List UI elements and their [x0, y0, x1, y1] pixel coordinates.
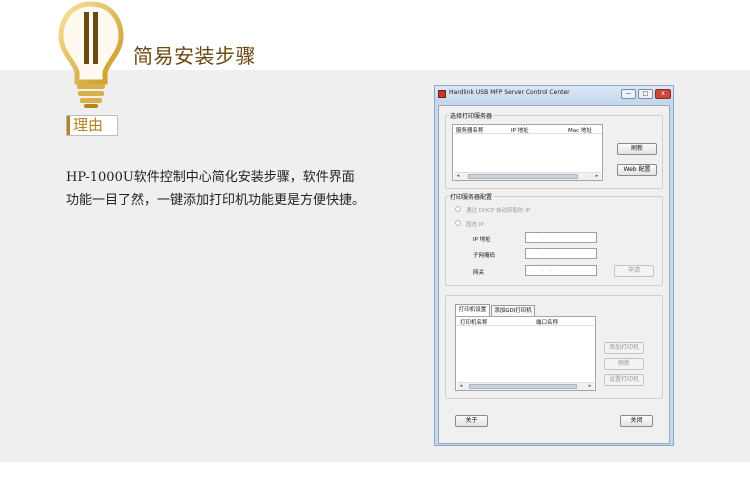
window-client-area: 选择打印服务器 服务器名称 IP 地址 Mac 地址 ◂ ▸ 刷新 Web 配置… — [438, 105, 670, 444]
col-server-name[interactable]: 服务器名称 — [456, 126, 484, 134]
gateway-label: 网关 — [473, 270, 485, 276]
server-list[interactable]: 服务器名称 IP 地址 Mac 地址 ◂ ▸ — [452, 124, 603, 181]
description-text: HP-1000U软件控制中心简化安装步骤，软件界面功能一目了然，一键添加打印机功… — [66, 170, 366, 208]
dhcp-radio[interactable] — [455, 206, 461, 212]
printer-settings-group: 打印机设置 添加GDI打印机 打印机名称 端口名称 ◂ ▸ 添加打印机 刷新 设… — [445, 295, 663, 399]
scroll-left-arrow-icon[interactable]: ◂ — [457, 383, 465, 390]
page-title: 简易安装步骤 — [133, 44, 256, 68]
scroll-thumb[interactable] — [469, 384, 577, 389]
refresh-printers-button[interactable]: 刷新 — [604, 358, 644, 370]
subnet-mask-label: 子网掩码 — [473, 253, 496, 259]
dhcp-radio-label: 通过 DHCP 自动获取的 IP — [466, 208, 531, 214]
scroll-right-arrow-icon[interactable]: ▸ — [593, 173, 601, 180]
apply-button[interactable]: 申请 — [614, 265, 654, 277]
ip-address-field[interactable]: . . . — [525, 232, 597, 243]
tab-add-gdi-printer[interactable]: 添加GDI打印机 — [491, 305, 535, 316]
static-ip-radio[interactable] — [455, 220, 461, 226]
control-center-window: Hardlink USB MFP Server Control Center —… — [434, 85, 674, 446]
col-ip-address[interactable]: IP 地址 — [511, 126, 529, 134]
server-config-group: 打印服务器配置 通过 DHCP 自动获取的 IP 固态 IP IP 地址 . .… — [445, 192, 663, 286]
close-window-button[interactable]: x — [655, 89, 671, 99]
printer-list[interactable]: 打印机名称 端口名称 ◂ ▸ — [455, 316, 596, 391]
tab-printer-settings[interactable]: 打印机设置 — [455, 304, 490, 316]
server-list-header: 服务器名称 IP 地址 Mac 地址 — [453, 125, 602, 134]
web-config-button[interactable]: Web 配置 — [617, 164, 657, 176]
maximize-button[interactable]: □ — [638, 89, 653, 99]
minimize-button[interactable]: — — [621, 89, 636, 99]
col-mac-address[interactable]: Mac 地址 — [568, 126, 592, 134]
lightbulb-icon — [58, 1, 124, 108]
refresh-servers-button[interactable]: 刷新 — [617, 143, 657, 155]
close-button[interactable]: 关闭 — [620, 415, 653, 427]
add-printer-button[interactable]: 添加打印机 — [604, 342, 644, 354]
window-title: Hardlink USB MFP Server Control Center — [449, 89, 570, 96]
select-server-group: 选择打印服务器 服务器名称 IP 地址 Mac 地址 ◂ ▸ 刷新 Web 配置 — [445, 111, 663, 189]
printer-list-header: 打印机名称 端口名称 — [456, 317, 595, 326]
scroll-right-arrow-icon[interactable]: ▸ — [586, 383, 594, 390]
printer-list-scrollbar[interactable]: ◂ ▸ — [457, 382, 594, 390]
reason-tag: 理由 — [66, 115, 118, 136]
scroll-left-arrow-icon[interactable]: ◂ — [454, 173, 462, 180]
subnet-mask-field[interactable]: . . . — [525, 248, 597, 259]
server-list-scrollbar[interactable]: ◂ ▸ — [454, 172, 601, 180]
col-port-name[interactable]: 端口名称 — [536, 318, 558, 326]
select-server-group-label: 选择打印服务器 — [449, 111, 494, 120]
window-titlebar[interactable]: Hardlink USB MFP Server Control Center —… — [435, 86, 673, 103]
ip-address-label: IP 地址 — [473, 237, 491, 243]
gateway-field[interactable]: . . . — [525, 265, 597, 276]
about-button[interactable]: 关于 — [455, 415, 488, 427]
app-icon — [438, 90, 446, 98]
scroll-thumb[interactable] — [468, 174, 578, 179]
col-printer-name[interactable]: 打印机名称 — [460, 318, 488, 326]
server-config-group-label: 打印服务器配置 — [449, 192, 494, 201]
static-ip-radio-label: 固态 IP — [466, 222, 484, 228]
setup-printer-button[interactable]: 设置打印机 — [604, 374, 644, 386]
